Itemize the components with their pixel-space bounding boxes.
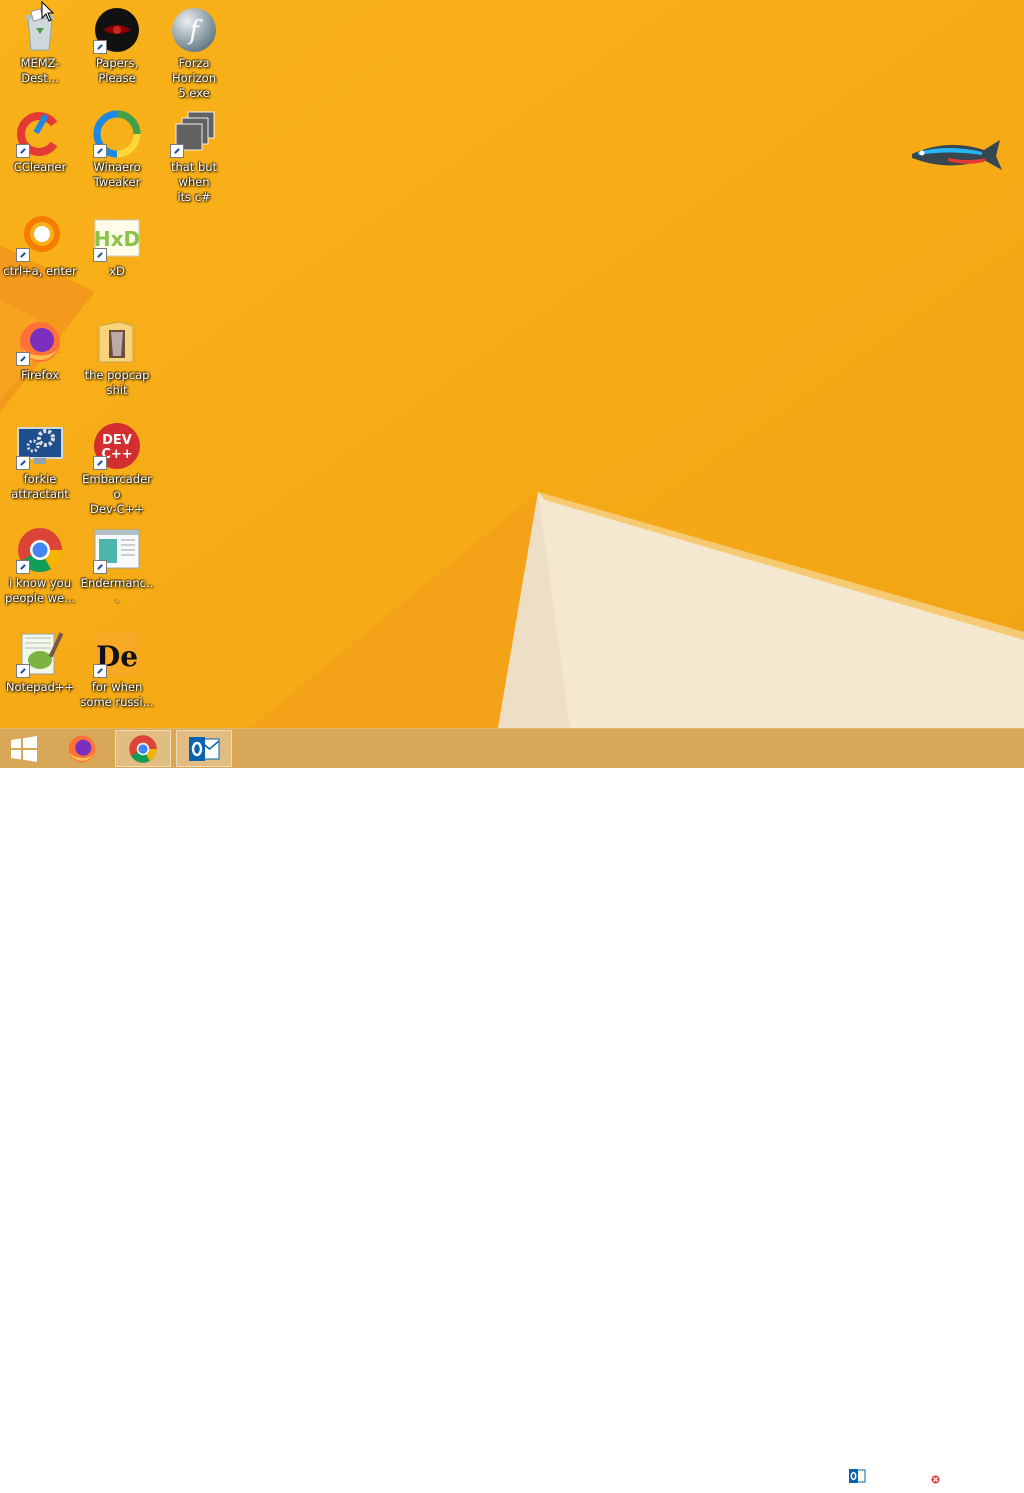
shortcut-arrow-icon	[16, 248, 30, 262]
clock[interactable]: 11:31 PM 2/4/2024	[946, 1461, 1016, 1493]
shortcut-arrow-icon	[16, 144, 30, 158]
taskbar-outlook-button[interactable]	[176, 730, 232, 767]
outlook-icon	[189, 736, 220, 761]
desktop-icon-xd[interactable]: HxD xD	[78, 208, 156, 279]
desktop-icon-label: Forza Horizon 5.exe	[172, 56, 216, 100]
desktop-icon-winaero-tweaker[interactable]: Winaero Tweaker	[78, 104, 156, 190]
desktop[interactable]: MEMZ-Dest... CCleaner ctrl+a, enter Fire…	[0, 0, 1024, 728]
monitor-gear-icon	[16, 422, 64, 470]
desktop-icon-memz[interactable]: MEMZ-Dest...	[1, 0, 79, 86]
desktop-icon-ctrl-a-enter[interactable]: ctrl+a, enter	[1, 208, 79, 279]
shortcut-arrow-icon	[93, 560, 107, 574]
dev-cpp-icon: DEV C++	[93, 422, 141, 470]
clock-time: 11:31 PM	[954, 1462, 1008, 1476]
desktop-icon-label: CCleaner	[13, 160, 67, 174]
folder-icon	[93, 318, 141, 366]
network-icon[interactable]	[898, 1467, 916, 1485]
desktop-icon-label: forkie attractant	[11, 472, 69, 501]
desktop-icon-label: xD	[109, 264, 125, 278]
svg-text:DEV: DEV	[102, 433, 132, 448]
desktop-icon-label: that but when its c#	[170, 160, 218, 204]
volume-muted-icon[interactable]	[922, 1467, 940, 1485]
clock-date: 2/4/2024	[955, 1478, 1007, 1492]
shortcut-arrow-icon	[93, 144, 107, 158]
chrome-icon	[129, 734, 157, 763]
desktop-icon-endermanch[interactable]: Endermanc...	[78, 520, 156, 606]
fish-icon	[912, 140, 1002, 170]
shortcut-arrow-icon	[16, 560, 30, 574]
desktop-icon-label: i know you people we...	[4, 576, 76, 605]
windows-logo-icon	[11, 735, 37, 762]
show-hidden-icons-button[interactable]	[828, 1467, 840, 1483]
taskbar-chrome-button[interactable]	[115, 730, 171, 767]
shortcut-arrow-icon	[16, 456, 30, 470]
shortcut-arrow-icon	[16, 352, 30, 366]
tray-outlook-icon[interactable]	[848, 1467, 866, 1485]
desktop-icon-label: ctrl+a, enter	[3, 264, 77, 278]
mouse-cursor-icon	[41, 1, 55, 22]
desktop-icon-label: Winaero Tweaker	[93, 160, 141, 189]
shortcut-arrow-icon	[93, 40, 107, 54]
desktop-icon-notepad-plus-plus[interactable]: Notepad++	[1, 624, 79, 695]
windows-stack-icon	[170, 110, 218, 158]
desktop-icon-popcap-folder[interactable]: the popcap shit	[78, 312, 156, 398]
ccleaner-icon	[16, 110, 64, 158]
firefox-icon	[16, 318, 64, 366]
orange-ring-icon	[16, 214, 64, 262]
papers-please-icon	[93, 6, 141, 54]
desktop-icon-label: Papers, Please	[95, 56, 139, 85]
desktop-icon-label: the popcap shit	[84, 368, 150, 397]
desktop-icon-forkie-attractant[interactable]: forkie attractant	[1, 416, 79, 502]
winaero-tweaker-icon	[93, 110, 141, 158]
desktop-icon-papers-please[interactable]: Papers, Please	[78, 0, 156, 86]
desktop-icon-dev-cpp[interactable]: DEV C++ Embarcadero Dev-C++	[78, 416, 156, 517]
chrome-icon	[16, 526, 64, 574]
desktop-icon-forza-horizon[interactable]: f Forza Horizon 5.exe	[155, 0, 233, 101]
desktop-icon-label: MEMZ-Dest...	[20, 56, 60, 85]
desktop-icon-firefox[interactable]: Firefox	[1, 312, 79, 383]
shortcut-arrow-icon	[16, 664, 30, 678]
window-icon	[93, 526, 141, 574]
de-icon: De	[93, 630, 141, 678]
desktop-icon-label: for when some russi...	[80, 680, 154, 709]
action-center-flag-icon[interactable]	[874, 1467, 890, 1485]
desktop-icon-label: Embarcadero Dev-C++	[82, 472, 152, 516]
desktop-icon-de[interactable]: De for when some russi...	[78, 624, 156, 710]
desktop-icon-chrome-shortcut[interactable]: i know you people we...	[1, 520, 79, 606]
taskbar-firefox-button[interactable]	[54, 730, 110, 767]
flash-player-icon: f	[170, 6, 218, 54]
firefox-icon	[68, 735, 96, 762]
desktop-icon-label: Endermanc...	[80, 576, 154, 605]
start-button[interactable]	[0, 730, 48, 767]
notepad-plus-plus-icon	[16, 630, 64, 678]
hxd-icon: HxD	[93, 214, 141, 262]
shortcut-arrow-icon	[93, 248, 107, 262]
recycle-bin-icon	[16, 6, 64, 54]
shortcut-arrow-icon	[170, 144, 184, 158]
desktop-icon-that-but-when-its-c-sharp[interactable]: that but when its c#	[155, 104, 233, 205]
shortcut-arrow-icon	[93, 664, 107, 678]
taskbar: 11:31 PM 2/4/2024	[0, 728, 1024, 1492]
shortcut-arrow-icon	[93, 456, 107, 470]
desktop-icon-ccleaner[interactable]: CCleaner	[1, 104, 79, 175]
desktop-icon-label: Firefox	[20, 368, 60, 382]
desktop-icon-label: Notepad++	[5, 680, 75, 694]
